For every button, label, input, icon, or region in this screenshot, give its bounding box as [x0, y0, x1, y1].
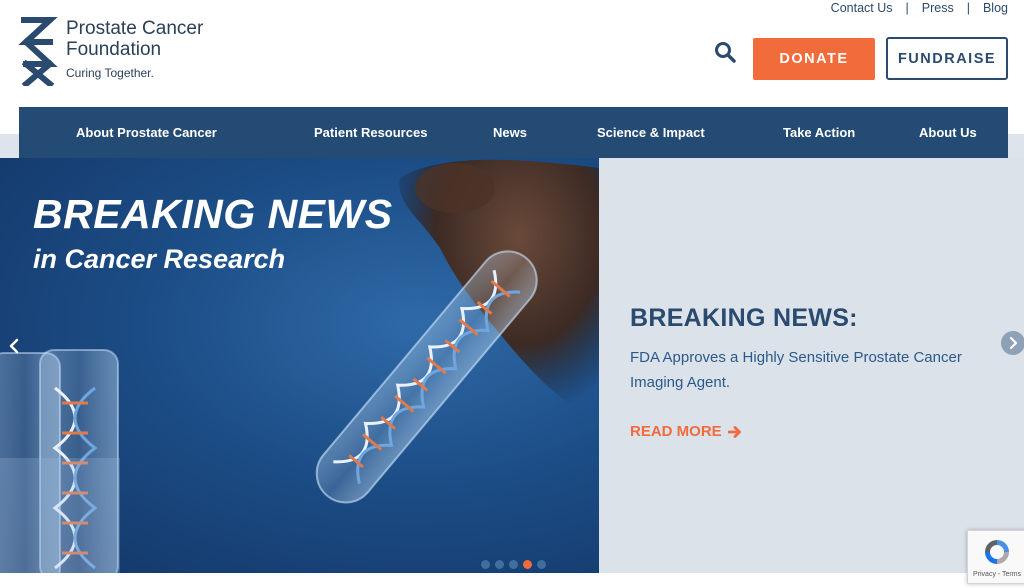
nav-item-about-prostate-cancer[interactable]: About Prostate Cancer	[76, 107, 217, 158]
nav-item-about-us[interactable]: About Us	[919, 107, 977, 158]
hero-image-headline: BREAKING NEWS	[33, 191, 393, 237]
slider-dot[interactable]	[495, 560, 504, 569]
slider-dot-active[interactable]	[523, 560, 532, 569]
logo-text: Prostate Cancer Foundation Curing Togeth…	[66, 18, 203, 80]
separator: |	[905, 1, 909, 15]
donate-button[interactable]: DONATE	[753, 38, 875, 80]
main-nav: About Prostate Cancer Patient Resources …	[19, 107, 1008, 158]
hero-image-subheadline: in Cancer Research	[33, 244, 286, 274]
nav-item-patient-resources[interactable]: Patient Resources	[314, 107, 427, 158]
logo-tagline: Curing Together.	[66, 66, 154, 80]
slider-next-button[interactable]	[1001, 331, 1024, 355]
press-link[interactable]: Press	[922, 1, 954, 15]
hero-image: BREAKING NEWS in Cancer Research	[0, 158, 599, 573]
slider-dot[interactable]	[537, 560, 546, 569]
search-icon[interactable]	[714, 41, 736, 63]
recaptcha-icon	[985, 540, 1009, 564]
hero-content: BREAKING NEWS: FDA Approves a Highly Sen…	[630, 304, 990, 441]
slider-prev-button[interactable]	[4, 335, 24, 357]
nav-item-take-action[interactable]: Take Action	[783, 107, 855, 158]
hero-slider: BREAKING NEWS in Cancer Research BREAKIN…	[0, 158, 1024, 573]
recaptcha-links[interactable]: Privacy - Terms	[973, 571, 1021, 578]
utility-links: Contact Us | Press | Blog	[831, 0, 1008, 16]
fundraise-button[interactable]: FUNDRAISE	[886, 37, 1008, 80]
read-more-label: READ MORE	[630, 423, 722, 440]
hero-description: FDA Approves a Highly Sensitive Prostate…	[630, 349, 962, 391]
logo-ribbon-icon	[18, 17, 58, 86]
hero-title: BREAKING NEWS:	[630, 304, 858, 332]
contact-us-link[interactable]: Contact Us	[831, 1, 893, 15]
recaptcha-badge[interactable]: Privacy - Terms	[967, 530, 1024, 584]
site-logo[interactable]: Prostate Cancer Foundation Curing Togeth…	[18, 16, 203, 86]
chevron-right-icon	[1009, 336, 1018, 350]
slider-dot[interactable]	[509, 560, 518, 569]
nav-item-science-impact[interactable]: Science & Impact	[597, 107, 705, 158]
logo-name-line2: Foundation	[66, 39, 162, 60]
read-more-link[interactable]: READ MORE	[630, 423, 742, 440]
slider-dots	[481, 560, 551, 569]
nav-item-news[interactable]: News	[493, 107, 527, 158]
arrow-right-icon	[727, 425, 741, 438]
chevron-left-icon	[9, 338, 19, 354]
logo-name-line1: Prostate Cancer	[66, 18, 204, 39]
separator: |	[966, 1, 970, 15]
blog-link[interactable]: Blog	[983, 1, 1008, 15]
slider-dot[interactable]	[481, 560, 490, 569]
